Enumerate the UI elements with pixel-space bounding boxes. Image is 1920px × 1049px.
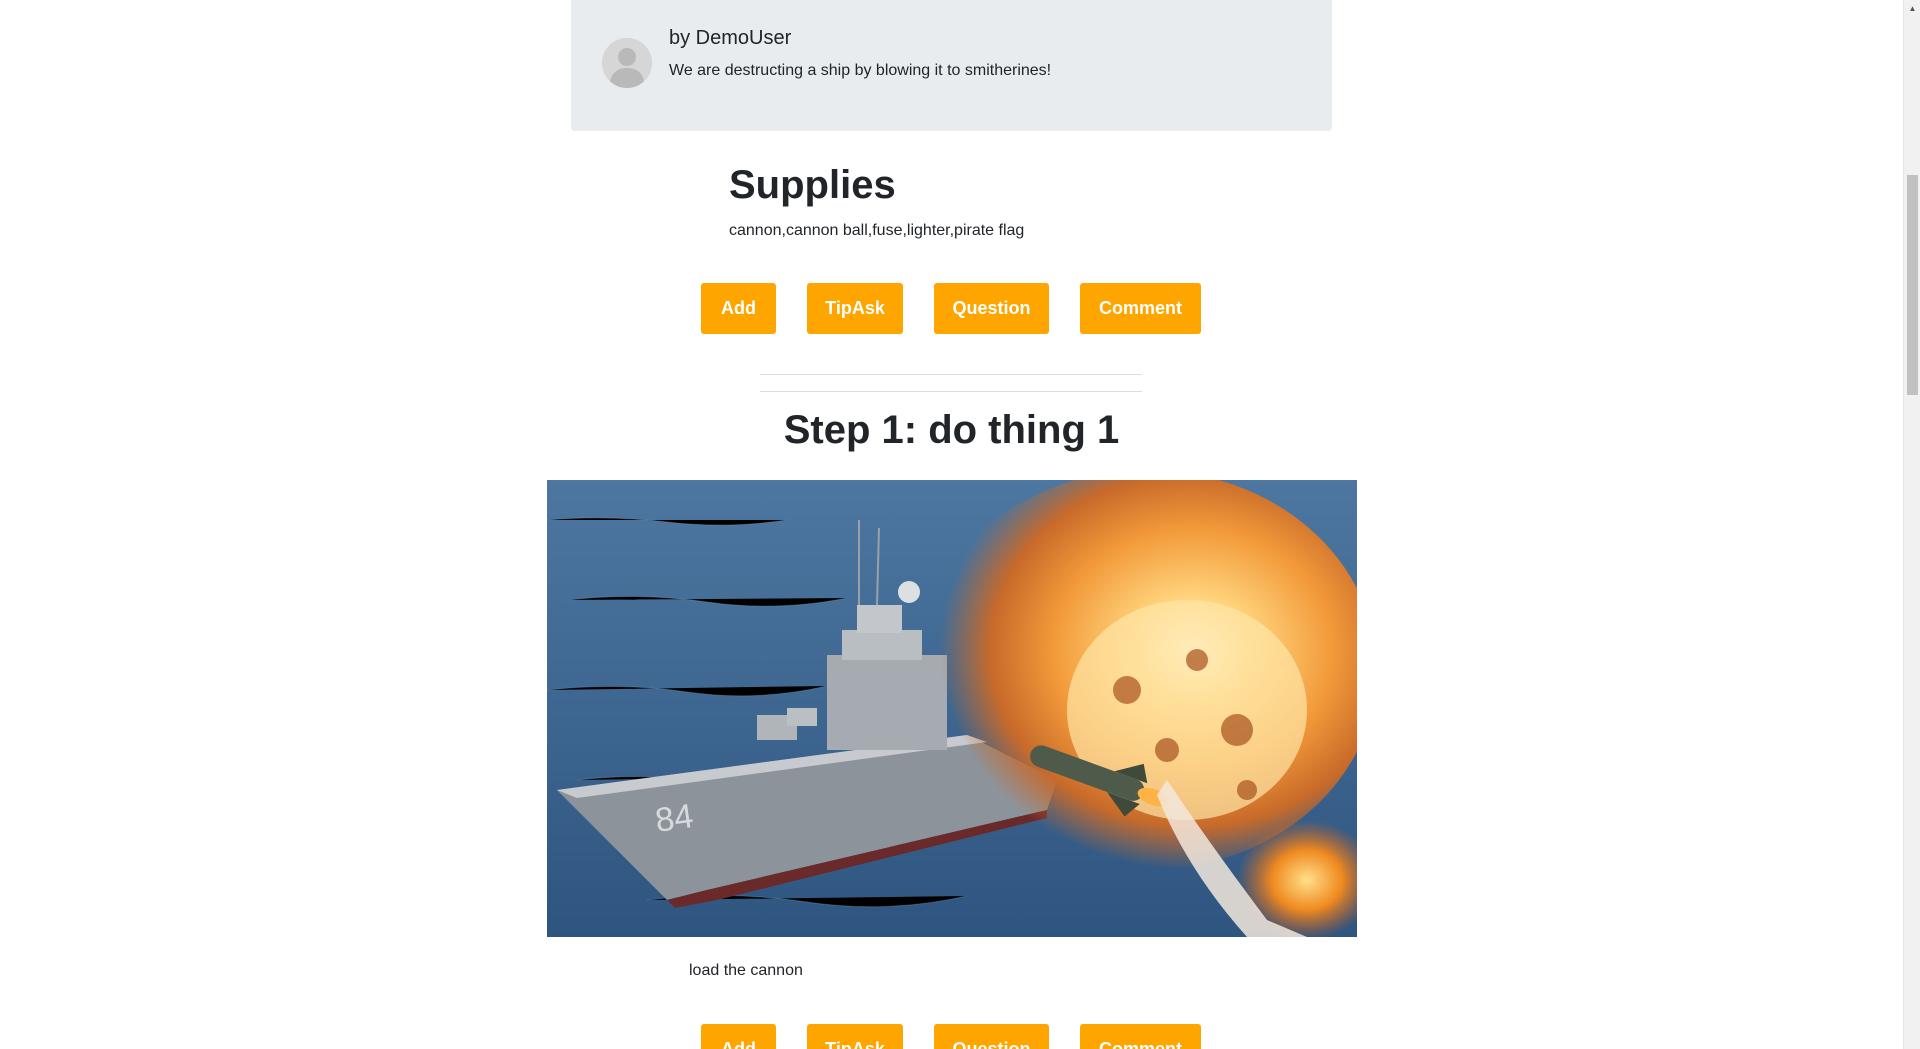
step-image: 84	[547, 480, 1357, 937]
ship-explosion-image-icon: 84	[547, 480, 1357, 937]
supplies-list: cannon,cannon ball,fuse,lighter,pirate f…	[729, 222, 1025, 239]
page: by DemoUser We are destructing a ship by…	[0, 0, 1920, 1049]
add-button[interactable]: Add	[701, 283, 776, 334]
tipask-button[interactable]: TipAsk	[807, 283, 903, 334]
divider	[760, 391, 1142, 392]
author-card: by DemoUser We are destructing a ship by…	[571, 0, 1332, 131]
step-title: Step 1: do thing 1	[783, 408, 1120, 452]
author-name: by DemoUser	[669, 27, 792, 49]
question-button[interactable]: Question	[934, 1024, 1049, 1049]
scroll-up-arrow-icon[interactable]: ▲	[1904, 0, 1920, 17]
user-silhouette-icon	[602, 38, 652, 88]
add-button[interactable]: Add	[701, 1024, 776, 1049]
question-button[interactable]: Question	[934, 283, 1049, 334]
supplies-heading: Supplies	[729, 163, 896, 207]
step-description: load the cannon	[689, 962, 803, 979]
comment-button[interactable]: Comment	[1080, 283, 1201, 334]
step-action-bar: Add TipAsk Question Comment	[0, 1024, 1903, 1049]
scroll-thumb[interactable]	[1907, 175, 1918, 395]
tipask-button[interactable]: TipAsk	[807, 1024, 903, 1049]
divider	[760, 374, 1142, 375]
avatar	[602, 38, 652, 88]
supplies-action-bar: Add TipAsk Question Comment	[0, 283, 1903, 334]
project-description: We are destructing a ship by blowing it …	[669, 62, 1052, 79]
svg-text:84: 84	[653, 797, 696, 840]
vertical-scrollbar[interactable]: ▲	[1903, 0, 1920, 1049]
comment-button[interactable]: Comment	[1080, 1024, 1201, 1049]
